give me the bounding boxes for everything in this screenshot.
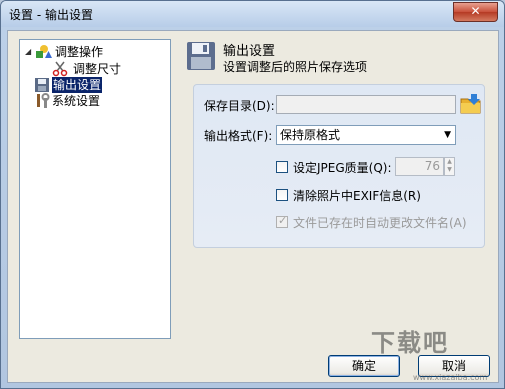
title-bar[interactable]: 设置 - 输出设置 ✕ xyxy=(1,1,504,27)
close-icon: ✕ xyxy=(470,4,481,18)
tools-shapes-icon xyxy=(36,45,52,58)
tree-item-label: 系统设置 xyxy=(52,94,101,108)
remove-exif-label: 清除照片中EXIF信息(R) xyxy=(293,189,421,203)
collapse-icon[interactable]: ◢ xyxy=(25,44,31,60)
floppy-disk-icon xyxy=(187,42,215,70)
folder-arrow-icon[interactable] xyxy=(460,93,482,115)
save-dir-input[interactable] xyxy=(276,95,456,114)
floppy-disk-icon xyxy=(35,78,49,92)
tree-item-output[interactable]: 输出设置 xyxy=(22,77,162,93)
checkmark-icon: ✓ xyxy=(278,214,288,227)
tree-item-label: 输出设置 xyxy=(52,77,103,93)
watermark-logo: 下载吧 xyxy=(371,329,449,357)
tree-item-label: 调整操作 xyxy=(55,45,104,59)
tree-item-system[interactable]: 系统设置 xyxy=(22,93,162,109)
tree-item-label: 调整尺寸 xyxy=(73,62,122,76)
remove-exif-checkbox[interactable] xyxy=(276,189,288,201)
jpeg-quality-stepper[interactable]: ▲ ▼ xyxy=(444,157,455,176)
ok-button[interactable]: 确定 xyxy=(328,355,400,377)
window-title: 设置 - 输出设置 xyxy=(9,8,93,22)
format-label: 输出格式(F): xyxy=(204,129,273,143)
watermark-url: www.xiazaiba.com xyxy=(413,373,488,382)
options-panel: 保存目录(D): 输出格式(F): 保持原格式 ▼ 设定JPEG质量(Q): 7… xyxy=(193,84,485,248)
page-subtitle: 设置调整后的照片保存选项 xyxy=(223,60,368,74)
close-button[interactable]: ✕ xyxy=(453,2,498,22)
settings-window: 设置 - 输出设置 ✕ ◢ 调整操作 调整尺寸 输出设置 系统设置 输出设置 设… xyxy=(0,0,505,389)
jpeg-quality-checkbox[interactable] xyxy=(276,161,288,173)
format-select[interactable]: 保持原格式 ▼ xyxy=(276,125,456,145)
chevron-down-icon[interactable]: ▼ xyxy=(444,126,451,144)
jpeg-quality-input[interactable]: 76 xyxy=(395,157,444,176)
scissors-icon xyxy=(52,61,68,77)
auto-rename-checkbox[interactable]: ✓ xyxy=(276,214,288,228)
wrench-icon xyxy=(37,93,50,108)
tree-item-adjust-ops[interactable]: ◢ 调整操作 xyxy=(22,44,162,60)
auto-rename-label: 文件已存在时自动更改文件名(A) xyxy=(293,216,467,230)
tree-item-resize[interactable]: 调整尺寸 xyxy=(22,61,162,77)
settings-tree: ◢ 调整操作 调整尺寸 输出设置 系统设置 xyxy=(19,39,171,339)
save-dir-label: 保存目录(D): xyxy=(204,99,275,113)
jpeg-quality-label: 设定JPEG质量(Q): xyxy=(293,161,392,175)
page-title: 输出设置 xyxy=(223,44,276,59)
